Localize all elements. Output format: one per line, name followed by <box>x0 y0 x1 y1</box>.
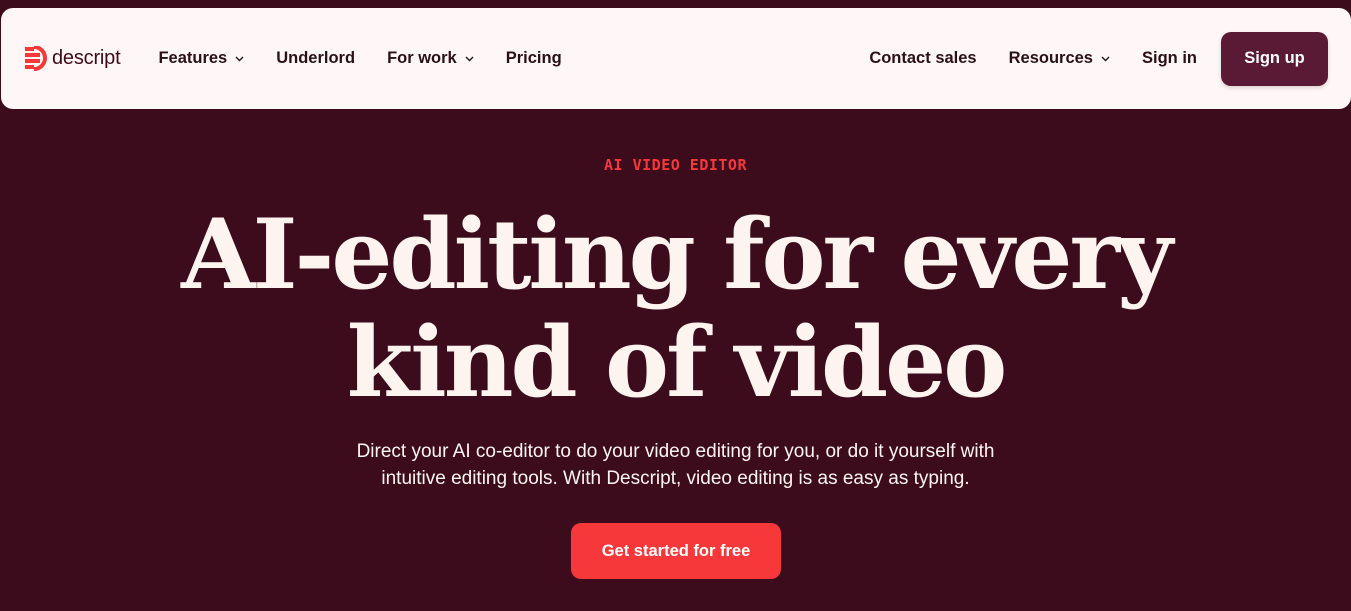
hero-subtext-line-1: Direct your AI co-editor to do your vide… <box>356 441 995 462</box>
nav-pricing-label: Pricing <box>505 49 562 67</box>
nav-sign-in-label: Sign in <box>1142 49 1197 67</box>
nav-underlord[interactable]: Underlord <box>276 49 355 68</box>
nav-features-label: Features <box>158 49 228 67</box>
hero-headline-line-1: AI-editing for every <box>181 198 1173 311</box>
nav-for-work-label: For work <box>387 49 457 67</box>
descript-logo-icon <box>25 45 47 72</box>
hero-headline-line-2: kind of video <box>346 306 1008 419</box>
hero-subtext: Direct your AI co-editor to do your vide… <box>0 438 1351 492</box>
nav-resources-label: Resources <box>1008 49 1093 67</box>
sign-up-button[interactable]: Sign up <box>1221 31 1328 86</box>
nav-pricing[interactable]: Pricing <box>506 49 562 68</box>
hero-subtext-line-2: intuitive editing tools. With Descript, … <box>381 468 970 489</box>
chevron-down-icon <box>235 56 244 61</box>
secondary-nav: Contact sales Resources Sign in Sign up <box>869 31 1328 86</box>
nav-for-work[interactable]: For work <box>387 49 474 68</box>
nav-features[interactable]: Features <box>158 49 244 68</box>
hero-headline: AI-editing for every kind of video <box>0 201 1351 417</box>
nav-sign-in[interactable]: Sign in <box>1142 49 1197 68</box>
primary-nav: Features Underlord For work Pricing <box>158 49 593 68</box>
nav-resources[interactable]: Resources <box>1009 49 1110 68</box>
descript-logo[interactable]: descript <box>25 45 121 72</box>
hero-eyebrow: AI VIDEO EDITOR <box>604 156 747 174</box>
nav-contact-sales-label: Contact sales <box>869 49 977 67</box>
nav-contact-sales[interactable]: Contact sales <box>869 49 976 68</box>
brand-name: descript <box>52 47 121 69</box>
chevron-down-icon <box>465 56 474 61</box>
top-navbar: descript Features Underlord For work Pri… <box>1 8 1351 109</box>
chevron-down-icon <box>1101 56 1110 61</box>
nav-underlord-label: Underlord <box>276 49 356 67</box>
get-started-button[interactable]: Get started for free <box>571 523 781 579</box>
